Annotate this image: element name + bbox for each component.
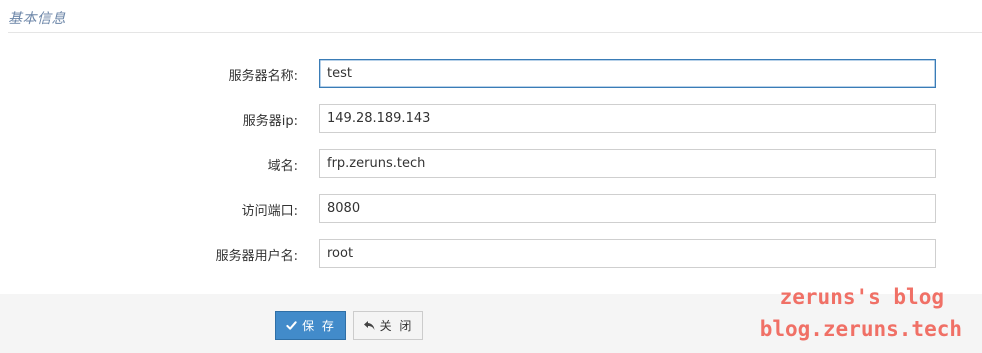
close-button-label: 关 闭 — [379, 319, 414, 333]
save-button[interactable]: 保 存 — [275, 311, 346, 340]
server-name-label: 服务器名称: — [228, 69, 298, 84]
server-ip-input[interactable] — [319, 104, 936, 133]
domain-input[interactable] — [319, 149, 936, 178]
server-config-page: 基本信息 服务器名称: 服务器ip: 域名: 访问端口: 服务器用户名: — [0, 0, 982, 353]
watermark-blog-name: zeruns's blog — [779, 285, 944, 309]
check-icon — [285, 320, 297, 332]
domain-label: 域名: — [267, 159, 298, 174]
form-row-server-name: 服务器名称: — [0, 58, 982, 103]
access-port-input[interactable] — [319, 194, 936, 223]
save-button-label: 保 存 — [302, 319, 336, 333]
server-form: 服务器名称: 服务器ip: 域名: 访问端口: 服务器用户名: — [0, 58, 982, 283]
form-row-domain: 域名: — [0, 148, 982, 193]
close-button[interactable]: 关 闭 — [353, 311, 423, 340]
form-row-server-ip: 服务器ip: — [0, 103, 982, 148]
server-username-label: 服务器用户名: — [215, 249, 298, 264]
server-username-input[interactable] — [319, 239, 936, 268]
access-port-label: 访问端口: — [241, 204, 298, 219]
form-row-access-port: 访问端口: — [0, 193, 982, 238]
section-title: 基本信息 — [8, 11, 66, 27]
server-name-input[interactable] — [319, 59, 936, 88]
reply-arrow-icon — [363, 320, 375, 332]
server-ip-label: 服务器ip: — [242, 114, 298, 129]
watermark-blog-url: blog.zeruns.tech — [759, 317, 962, 341]
form-row-server-username: 服务器用户名: — [0, 238, 982, 283]
section-header: 基本信息 — [8, 0, 982, 33]
